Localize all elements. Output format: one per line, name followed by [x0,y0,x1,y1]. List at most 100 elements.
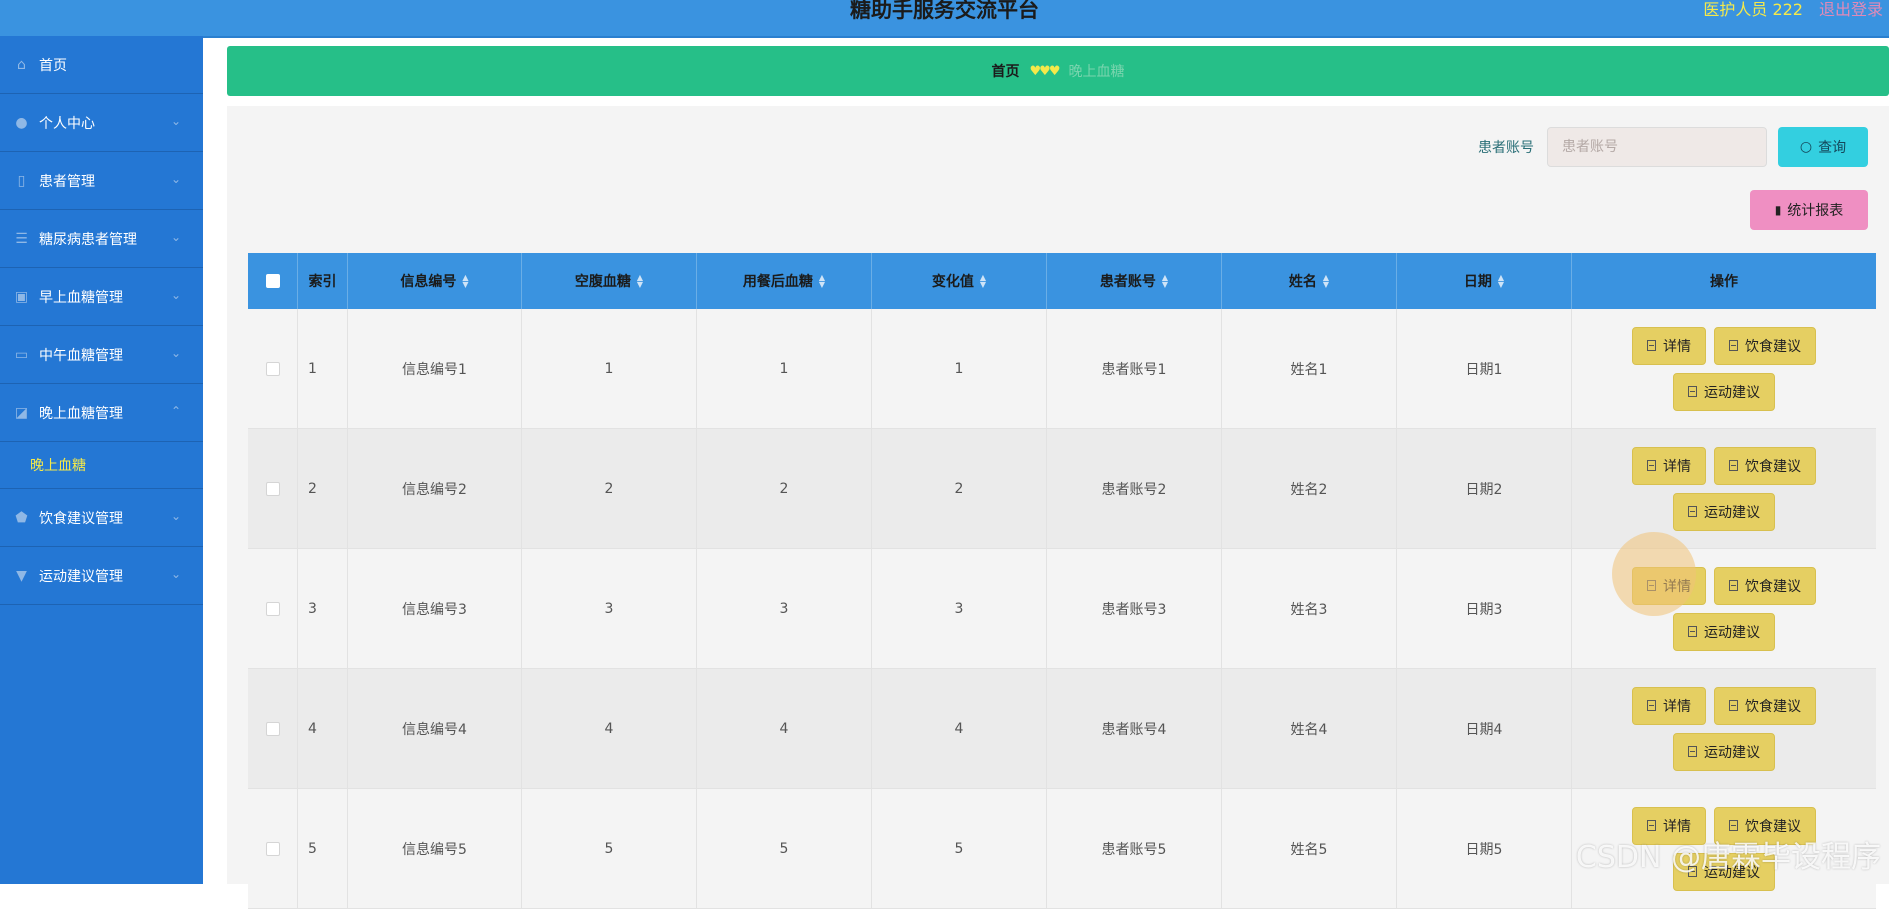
cell-change: 2 [872,429,1047,548]
cell-change: 4 [872,669,1047,788]
exercise-advice-button[interactable]: 运动建议 [1673,732,1775,771]
sort-icon[interactable]: ▲ ▼ [637,274,643,289]
sidebar-item-personal-center[interactable]: ● 个人中心 ⌄ [0,94,203,152]
cell-fasting: 1 [522,309,697,428]
sidebar-item-noon-glucose[interactable]: ▭ 中午血糖管理 ⌄ [0,326,203,384]
monitor-icon: ▭ [14,346,29,363]
diet-advice-button[interactable]: 饮食建议 [1714,326,1816,365]
document-icon [1729,580,1738,591]
col-header-after-meal[interactable]: 用餐后血糖 ▲ ▼ [697,253,872,309]
col-header-info-no[interactable]: 信息编号 ▲ ▼ [348,253,522,309]
sort-icon[interactable]: ▲ ▼ [1498,274,1504,289]
cell-change: 5 [872,789,1047,908]
sidebar-item-patients[interactable]: ▯ 患者管理 ⌄ [0,152,203,210]
table-row: 3 信息编号3 3 3 3 患者账号3 姓名3 日期3 详情 饮食建议 运动建议 [248,549,1876,669]
col-header-fasting[interactable]: 空腹血糖 ▲ ▼ [522,253,697,309]
cell-after-meal: 5 [697,789,872,908]
user-icon: ● [15,114,28,131]
cell-account: 患者账号1 [1047,309,1222,428]
clipboard-icon: ▣ [14,288,29,305]
row-checkbox[interactable] [265,361,280,376]
sidebar-item-label: 患者管理 [39,173,95,190]
sidebar-item-morning-glucose[interactable]: ▣ 早上血糖管理 ⌄ [0,268,203,326]
sort-icon[interactable]: ▲ ▼ [980,274,986,289]
sidebar-item-label: 中午血糖管理 [39,347,123,364]
exercise-advice-button[interactable]: 运动建议 [1673,492,1775,531]
sidebar-item-exercise-advice[interactable]: ▼ 运动建议管理 ⌄ [0,547,203,605]
cell-date: 日期5 [1397,789,1572,908]
current-user: 医护人员 222 [1703,0,1803,19]
col-header-change[interactable]: 变化值 ▲ ▼ [872,253,1047,309]
detail-button[interactable]: 详情 [1632,686,1706,725]
cell-account: 患者账号5 [1047,789,1222,908]
sidebar-item-diabetes-patients[interactable]: ☰ 糖尿病患者管理 ⌄ [0,210,203,268]
sort-icon[interactable]: ▲ ▼ [462,274,468,289]
sidebar-item-label: 早上血糖管理 [39,289,123,306]
cell-account: 患者账号2 [1047,429,1222,548]
chevron-down-icon: ⌄ [170,172,181,186]
detail-button[interactable]: 详情 [1632,566,1706,605]
table-header: 索引 信息编号 ▲ ▼ 空腹血糖 ▲ ▼ 用餐后血糖 ▲ ▼ 变化值 ▲ ▼ 患者账号 ▲ ▼ 姓名… [248,253,1876,309]
cell-date: 日期2 [1397,429,1572,548]
cell-actions: 详情 饮食建议 运动建议 [1572,309,1876,428]
detail-button[interactable]: 详情 [1632,326,1706,365]
sidebar-item-label: 糖尿病患者管理 [39,231,137,248]
cell-after-meal: 2 [697,429,872,548]
exercise-advice-button[interactable]: 运动建议 [1673,372,1775,411]
document-icon [1729,820,1738,831]
row-checkbox[interactable] [265,481,280,496]
breadcrumb-home[interactable]: 首页 [992,61,1020,81]
sort-icon[interactable]: ▲ ▼ [1162,274,1168,289]
sidebar-item-home[interactable]: ⌂ 首页 [0,36,203,94]
list-icon: ☰ [15,230,28,247]
diet-advice-button[interactable]: 饮食建议 [1714,446,1816,485]
sidebar-subitem-evening-glucose[interactable]: 晚上血糖 [0,442,203,489]
chevron-down-icon: ⌄ [170,509,181,523]
chevron-down-icon: ⌄ [170,567,181,581]
detail-button[interactable]: 详情 [1632,446,1706,485]
row-checkbox[interactable] [265,841,280,856]
col-header-actions: 操作 [1710,274,1738,290]
report-button[interactable]: ▮ 统计报表 [1750,190,1868,230]
cell-index: 4 [298,669,348,788]
logout-link[interactable]: 退出登录 [1819,0,1883,20]
sort-icon[interactable]: ▲ ▼ [819,274,825,289]
sidebar-item-diet-advice[interactable]: ⬟ 饮食建议管理 ⌄ [0,489,203,547]
exercise-advice-button[interactable]: 运动建议 [1673,612,1775,651]
cell-name: 姓名5 [1222,789,1397,908]
diet-advice-button[interactable]: 饮食建议 [1714,566,1816,605]
document-icon [1647,340,1656,351]
select-all-cell [248,253,298,309]
cell-date: 日期4 [1397,669,1572,788]
document-icon [1688,626,1697,637]
cell-actions: 详情 饮食建议 运动建议 [1572,429,1876,548]
sidebar-item-label: 晚上血糖管理 [39,405,123,422]
cell-name: 姓名4 [1222,669,1397,788]
query-button-label: 查询 [1818,140,1847,156]
cell-actions: 详情 饮食建议 运动建议 [1572,549,1876,668]
sort-icon[interactable]: ▲ ▼ [1323,274,1329,289]
col-header-account[interactable]: 患者账号 ▲ ▼ [1047,253,1222,309]
pin-icon: ▼ [16,567,27,584]
select-all-checkbox[interactable] [265,274,280,288]
document-icon [1729,700,1738,711]
data-table: 索引 信息编号 ▲ ▼ 空腹血糖 ▲ ▼ 用餐后血糖 ▲ ▼ 变化值 ▲ ▼ 患者账号 ▲ ▼ 姓名… [248,253,1876,909]
document-icon [1647,580,1656,591]
row-checkbox[interactable] [265,721,280,736]
row-checkbox[interactable] [265,601,280,616]
query-button[interactable]: ○ 查询 [1778,127,1868,167]
cell-name: 姓名3 [1222,549,1397,668]
top-header: 糖助手服务交流平台 医护人员 222 退出登录 [0,0,1889,38]
search-input[interactable] [1547,127,1767,167]
chevron-down-icon: ⌄ [170,230,181,244]
sidebar: ⌂ 首页 ● 个人中心 ⌄ ▯ 患者管理 ⌄ ☰ 糖尿病患者管理 ⌄ ▣ 早上血… [0,36,203,884]
diet-advice-button[interactable]: 饮食建议 [1714,686,1816,725]
chart-icon: ◪ [14,404,29,421]
app-title: 糖助手服务交流平台 [850,0,1039,22]
sidebar-item-evening-glucose[interactable]: ◪ 晚上血糖管理 ⌃ [0,384,203,442]
col-header-date[interactable]: 日期 ▲ ▼ [1397,253,1572,309]
cell-change: 1 [872,309,1047,428]
col-header-name[interactable]: 姓名 ▲ ▼ [1222,253,1397,309]
cell-info-no: 信息编号3 [348,549,522,668]
chevron-down-icon: ⌄ [170,346,181,360]
